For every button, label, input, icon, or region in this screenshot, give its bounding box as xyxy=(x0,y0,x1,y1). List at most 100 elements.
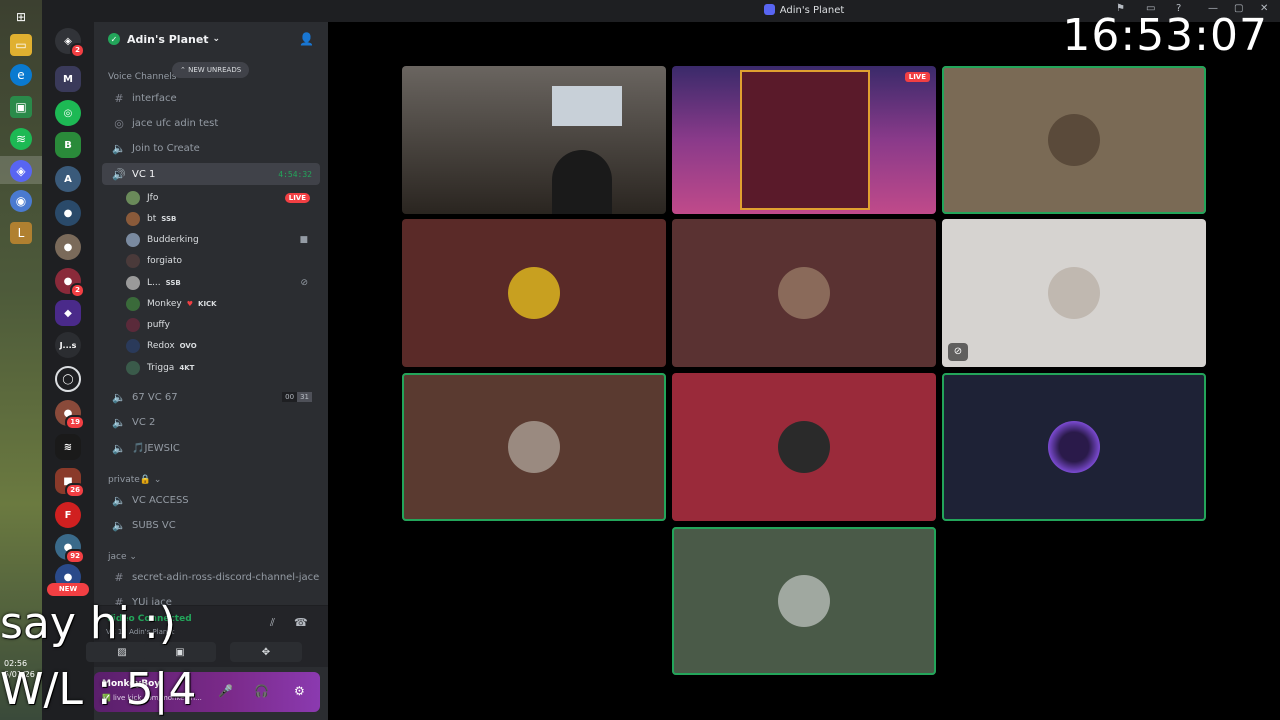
voice-member[interactable]: Budderking ■ xyxy=(126,230,316,250)
settings-gear-icon[interactable]: ⚙ xyxy=(294,684,305,698)
server-icon-user[interactable]: ● xyxy=(55,234,81,260)
spotify-icon[interactable]: ≋ xyxy=(10,128,32,150)
video-tile-user[interactable]: ⊘ xyxy=(942,219,1206,367)
server-icon-adins-planet[interactable]: A xyxy=(55,166,81,192)
guild-name: Adin's Planet xyxy=(127,32,209,46)
member-name: Monkey xyxy=(147,299,182,309)
server-icon-19[interactable]: ● 19 xyxy=(55,400,85,430)
server-icon-ring[interactable]: ◯ xyxy=(55,366,81,392)
server-icon-f[interactable]: F xyxy=(55,502,81,528)
voice-member[interactable]: L... SSB ⊘ xyxy=(126,273,316,293)
user-limit-counter: 00 31 xyxy=(282,392,312,402)
xbox-app-icon[interactable]: ▣ xyxy=(10,96,32,118)
server-icon-battle[interactable]: B xyxy=(55,132,81,158)
avatar xyxy=(126,254,140,268)
noise-suppression-icon[interactable]: ⫽ xyxy=(270,616,275,630)
voice-member[interactable]: bt SSB xyxy=(126,209,316,229)
channel-vc1[interactable]: 🔊 VC 1 4:54:32 xyxy=(102,163,320,185)
server-icon-blue[interactable]: ● xyxy=(55,200,81,226)
overlay-clock: 16:53:07 xyxy=(1062,10,1268,61)
server-icon-arc[interactable]: ≋ xyxy=(55,434,81,460)
server-icon-red[interactable]: ● 2 xyxy=(55,268,85,298)
channel-label: SUBS VC xyxy=(132,519,176,531)
avatar xyxy=(126,233,140,247)
server-icon-purple[interactable]: ◆ xyxy=(55,300,81,326)
live-badge: LIVE xyxy=(904,72,930,82)
member-tag: KICK xyxy=(198,300,217,308)
new-unreads-pill[interactable]: ⌃ NEW UNREADS xyxy=(172,62,250,78)
server-icon-mystic[interactable]: M xyxy=(55,66,81,92)
voice-member[interactable]: forgiato xyxy=(126,251,316,271)
channel-join-to-create[interactable]: 🔈 Join to Create xyxy=(102,137,320,159)
server-icon-92[interactable]: ● 92 xyxy=(55,534,85,564)
channel-secret-jace[interactable]: # secret-adin-ross-discord-channel-jace xyxy=(102,566,320,588)
video-tile-user[interactable] xyxy=(402,373,666,521)
channel-jace-ufc[interactable]: ◎ jace ufc adin test xyxy=(102,112,320,134)
voice-member[interactable]: Monkey ♥ KICK xyxy=(126,294,316,314)
server-icon-26[interactable]: ■ 26 xyxy=(55,468,85,498)
category-label: private🔒 xyxy=(108,475,152,485)
speaker-icon: 🔈 xyxy=(112,493,126,507)
member-name: forgiato xyxy=(147,256,182,266)
live-badge: LIVE xyxy=(284,193,310,203)
video-grid: LIVE ⊘ xyxy=(328,22,1280,720)
speaker-icon: 🔈 xyxy=(112,415,126,429)
microphone-icon[interactable]: 🎤 xyxy=(218,684,233,698)
voice-member[interactable]: Redox OVO xyxy=(126,336,316,356)
edge-icon[interactable]: e xyxy=(10,64,32,86)
avatar xyxy=(778,575,830,627)
new-servers-pill[interactable]: NEW xyxy=(47,583,89,596)
unread-badge: 19 xyxy=(65,415,85,430)
league-icon[interactable]: L xyxy=(10,222,32,244)
video-tile-camera[interactable] xyxy=(402,66,666,214)
channel-vc2[interactable]: 🔈 VC 2 xyxy=(102,411,320,433)
voice-member[interactable]: Trigga 4KT xyxy=(126,358,316,378)
video-tile-user[interactable] xyxy=(672,373,936,521)
add-member-icon[interactable]: 👤 xyxy=(299,32,314,46)
video-tile-user[interactable] xyxy=(942,66,1206,214)
member-name: L... xyxy=(147,278,161,288)
category-private[interactable]: private🔒 ⌄ xyxy=(108,475,161,485)
headphones-icon[interactable]: 🎧 xyxy=(254,684,269,698)
chrome-icon[interactable]: ◉ xyxy=(10,190,32,212)
avatar xyxy=(126,339,140,353)
heart-icon: ♥ xyxy=(186,300,194,308)
speaker-icon: 🔈 xyxy=(112,390,126,404)
channel-67vc67[interactable]: 🔈 67 VC 67 00 31 xyxy=(102,386,320,408)
voice-member[interactable]: Jfo LIVE xyxy=(126,188,316,208)
server-icon-green[interactable]: ◎ xyxy=(55,100,81,126)
channel-label: VC ACCESS xyxy=(132,494,189,506)
guild-header[interactable]: ✓ Adin's Planet ⌄ xyxy=(94,22,328,56)
category-jace[interactable]: jace ⌄ xyxy=(108,552,137,562)
camera-icon: ■ xyxy=(299,235,308,245)
video-tile-user[interactable] xyxy=(402,219,666,367)
file-explorer-icon[interactable]: ▭ xyxy=(10,34,32,56)
video-tile-user[interactable] xyxy=(942,373,1206,521)
channel-label: 🎵JEWSIC xyxy=(132,442,180,454)
channel-interface[interactable]: # interface xyxy=(102,87,320,109)
voice-member[interactable]: puffy xyxy=(126,315,316,335)
member-tag: SSB xyxy=(165,279,181,287)
activities-button[interactable]: ✥ xyxy=(230,642,302,662)
speaker-icon: 🔈 xyxy=(112,441,126,455)
category-label: jace xyxy=(108,552,127,562)
category-voice-channels[interactable]: Voice Channels xyxy=(108,72,176,82)
video-tile-stream[interactable]: LIVE xyxy=(672,66,936,214)
channel-jewsic[interactable]: 🔈 🎵JEWSIC xyxy=(102,437,320,459)
server-icon-js[interactable]: J...s xyxy=(55,332,81,358)
avatar xyxy=(126,191,140,205)
member-tag: SSB xyxy=(161,215,177,223)
disconnect-icon[interactable]: ☎ xyxy=(294,616,308,629)
video-tile-user[interactable] xyxy=(672,219,936,367)
avatar xyxy=(778,267,830,319)
video-tile-user[interactable] xyxy=(672,527,936,675)
discord-home-icon[interactable]: ◈ 2 xyxy=(55,28,85,58)
channel-subs-vc[interactable]: 🔈 SUBS VC xyxy=(102,514,320,536)
discord-taskbar-icon[interactable]: ◈ xyxy=(10,160,32,182)
avatar xyxy=(508,267,560,319)
unread-badge: 2 xyxy=(70,283,85,298)
avatar xyxy=(126,318,140,332)
channel-vc-access[interactable]: 🔈 VC ACCESS xyxy=(102,489,320,511)
slot-game-board xyxy=(740,70,870,210)
windows-start-icon[interactable]: ⊞ xyxy=(10,6,32,28)
